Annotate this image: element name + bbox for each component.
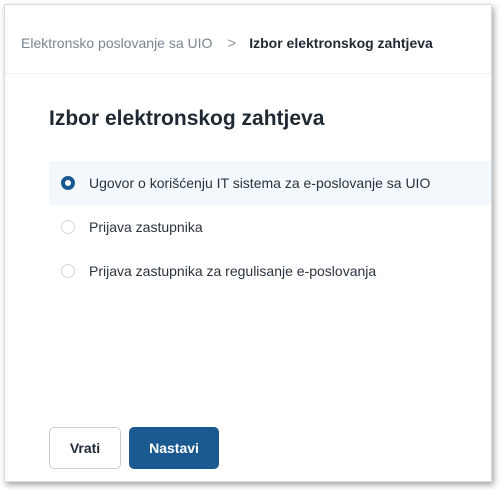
- breadcrumb-current: Izbor elektronskog zahtjeva: [249, 35, 433, 51]
- radio-option-label: Ugovor o korišćenju IT sistema za e-posl…: [89, 175, 431, 191]
- radio-option-ugovor[interactable]: Ugovor o korišćenju IT sistema za e-posl…: [49, 161, 491, 205]
- request-type-radio-group: Ugovor o korišćenju IT sistema za e-posl…: [49, 161, 491, 293]
- page-title: Izbor elektronskog zahtjeva: [49, 107, 325, 130]
- radio-option-label: Prijava zastupnika: [89, 219, 203, 235]
- breadcrumb-link-parent[interactable]: Elektronsko poslovanje sa UIO: [21, 35, 212, 51]
- radio-option-prijava-zastupnika-e-poslovanje[interactable]: Prijava zastupnika za regulisanje e-posl…: [49, 249, 491, 293]
- breadcrumb-separator-icon: >: [227, 34, 237, 52]
- radio-button-checked[interactable]: [61, 176, 75, 190]
- radio-option-label: Prijava zastupnika za regulisanje e-posl…: [89, 263, 377, 279]
- breadcrumb: Elektronsko poslovanje sa UIO > Izbor el…: [21, 31, 433, 55]
- back-button[interactable]: Vrati: [49, 427, 121, 469]
- radio-button-unchecked[interactable]: [61, 264, 75, 278]
- next-button[interactable]: Nastavi: [129, 427, 219, 469]
- radio-button-unchecked[interactable]: [61, 220, 75, 234]
- window-frame: Elektronsko poslovanje sa UIO > Izbor el…: [4, 4, 492, 482]
- header-divider: [5, 73, 491, 74]
- radio-option-prijava-zastupnika[interactable]: Prijava zastupnika: [49, 205, 491, 249]
